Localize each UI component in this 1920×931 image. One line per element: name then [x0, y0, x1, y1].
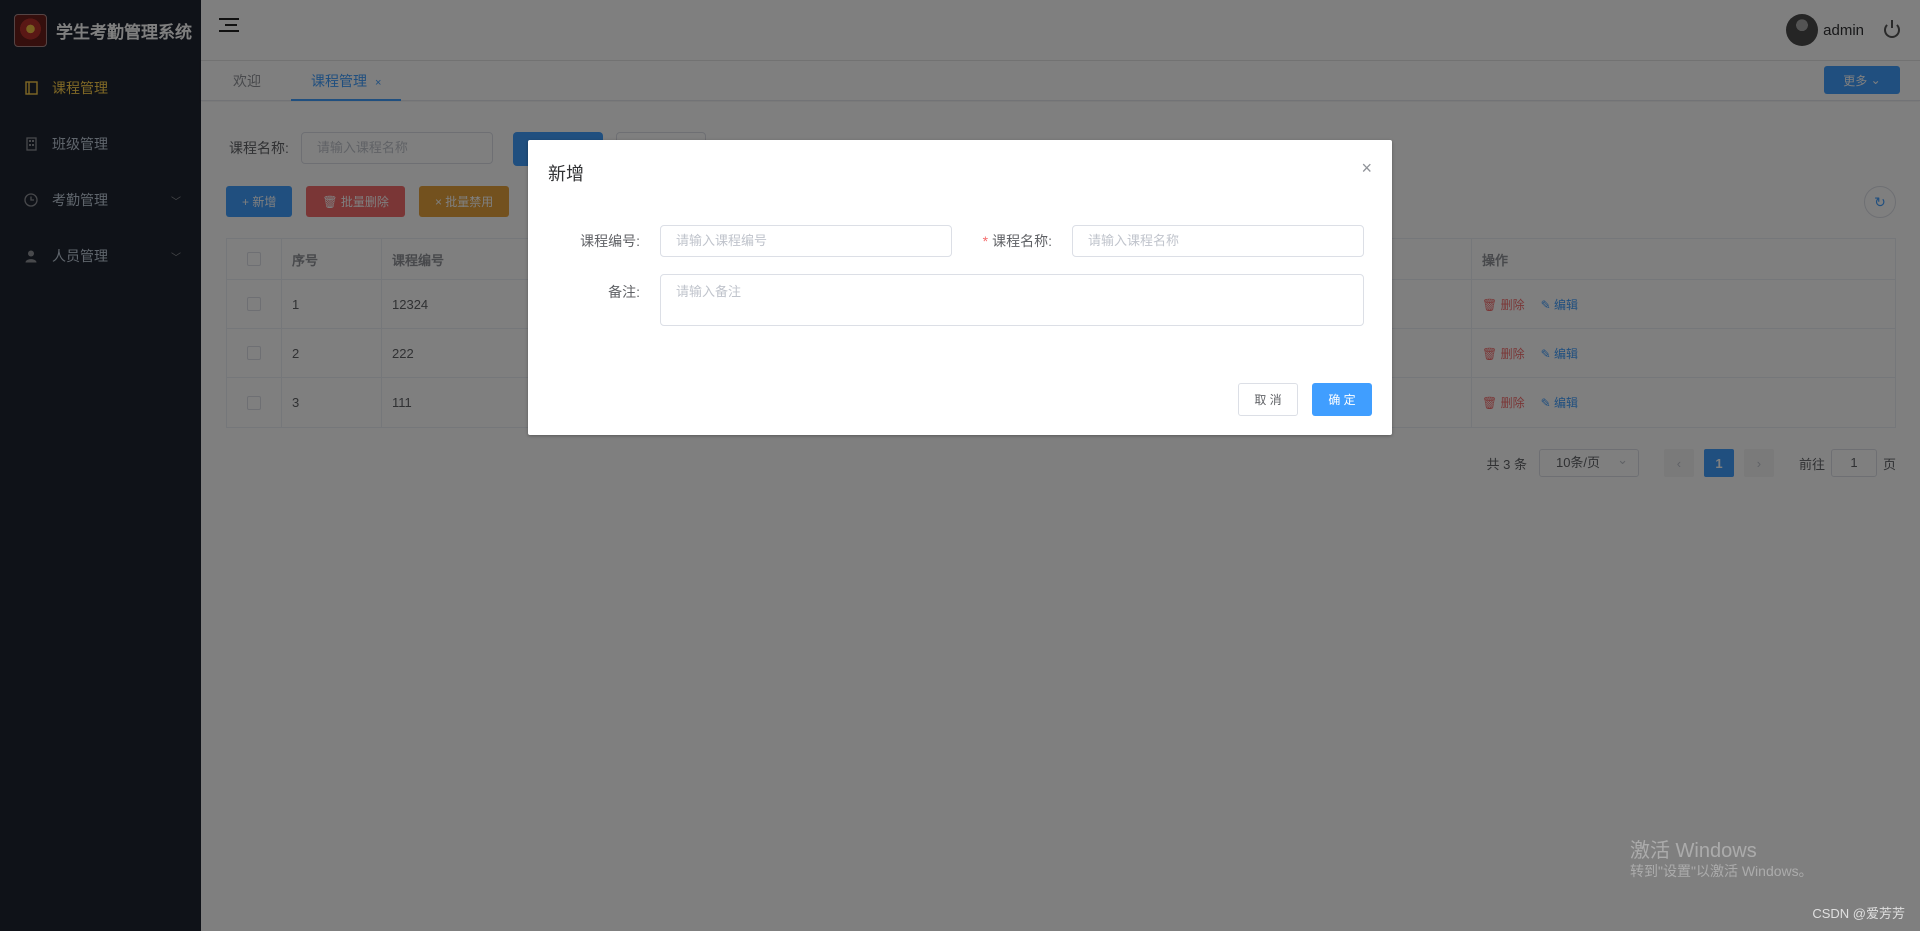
code-row: 课程编号: 请输入课程编号: [548, 225, 952, 257]
confirm-button[interactable]: 确 定: [1312, 383, 1372, 416]
remark-row: 备注: 请输入备注: [548, 274, 1364, 326]
remark-textarea[interactable]: 请输入备注: [660, 274, 1364, 326]
course-code-input[interactable]: 请输入课程编号: [660, 225, 952, 257]
course-name-input[interactable]: 请输入课程名称: [1072, 225, 1364, 257]
close-icon[interactable]: ×: [1361, 158, 1372, 179]
name-label: * 课程名称:: [982, 233, 1052, 249]
cancel-button[interactable]: 取 消: [1238, 383, 1298, 416]
dialog-title: 新增: [548, 164, 584, 184]
name-row: * 课程名称: 请输入课程名称: [960, 225, 1364, 257]
windows-activation-title: 激活 Windows: [1630, 840, 1757, 862]
windows-activation-hint: 转到"设置"以激活 Windows。: [1630, 863, 1813, 879]
remark-label: 备注:: [608, 284, 640, 300]
code-label: 课程编号:: [580, 233, 640, 249]
csdn-credit: CSDN @爱芳芳: [1812, 906, 1905, 921]
add-course-dialog: 新增 × 课程编号: 请输入课程编号 * 课程名称: 请输入课程名称 备注: 请输…: [528, 140, 1392, 435]
